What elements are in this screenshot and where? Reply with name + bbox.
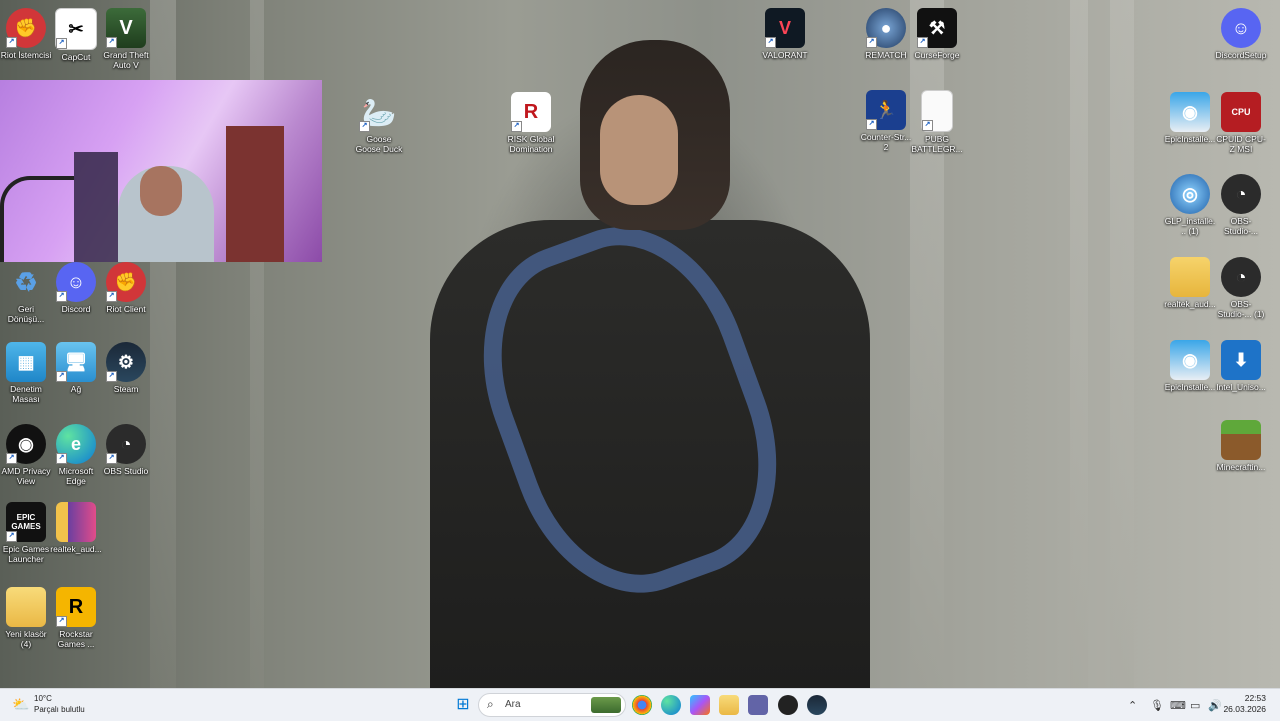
riot-istemcisi-shortcut[interactable]: ✊ ↗ Riot İstemcisi [0,6,52,60]
risk-icon: R ↗ [511,92,551,132]
recycle-bin-icon: ♻ [14,266,38,297]
valorant-shortcut[interactable]: V ↗ VALORANT [759,6,811,60]
capcut-icon: ✂ ↗ [55,8,97,50]
copilot-taskbar-icon[interactable] [690,695,710,715]
network-tray-icon[interactable]: ▭ [1190,699,1200,712]
discord-icon: ☺ ↗ [56,262,96,302]
volume-icon[interactable]: 🔊 [1208,699,1222,712]
epic-installer-1[interactable]: ◉ EpicInstalle... [1164,90,1216,144]
webcam-overlay [0,80,322,262]
clock[interactable]: 22:53 26.03.2026 [1223,693,1266,715]
counter-strike-icon: 🏃 ↗ [866,90,906,130]
obs-icon: ◔ [1221,174,1261,214]
obs-taskbar-icon[interactable] [778,695,798,715]
control-panel[interactable]: ▦ Denetim Masası [0,340,52,404]
control-panel-icon: ▦ [6,342,46,382]
chrome-taskbar-icon[interactable] [632,695,652,715]
file-explorer-taskbar-icon[interactable] [719,695,739,715]
image-file-icon [56,502,96,542]
minecraft-block-icon [1221,420,1261,460]
pubg-shortcut[interactable]: ↗ PUBG BATTLEGR... [911,88,963,154]
steam-icon: ⚙ ↗ [106,342,146,382]
keyboard-icon[interactable]: ⌨ [1170,699,1186,712]
riot-icon: ✊ ↗ [106,262,146,302]
obs-icon: ◔ [1221,257,1261,297]
steam-shortcut[interactable]: ⚙ ↗ Steam [100,340,152,394]
gta-shortcut[interactable]: V ↗ Grand Theft Auto V [100,6,152,70]
minecraft-installer[interactable]: Minecraftin... [1215,418,1267,472]
discord-shortcut[interactable]: ☺ ↗ Discord [50,260,102,314]
rockstar-icon: R ↗ [56,587,96,627]
curseforge-shortcut[interactable]: ⚒ ↗ CurseForge [911,6,963,60]
edge-taskbar-icon[interactable] [661,695,681,715]
chevron-up-icon[interactable]: ⌃ [1128,699,1137,712]
partly-cloudy-icon: ⛅ [12,696,30,712]
epic-installer-2[interactable]: ◉ EpicInstalle... [1164,338,1216,392]
windows-start-icon[interactable]: ⊞ [453,695,473,715]
riot-client-shortcut[interactable]: ✊ ↗ Riot Client [100,260,152,314]
recycle-bin[interactable]: ♻ Geri Dönüşü... [0,260,52,325]
realtek-audio-image[interactable]: realtek_aud... [50,500,102,554]
riot-icon: ✊ ↗ [6,8,46,48]
curseforge-icon: ⚒ ↗ [917,8,957,48]
installer-icon: ◉ [1170,92,1210,132]
search-highlight-icon [591,697,621,713]
cpuz-icon: CPU [1221,92,1261,132]
epic-games-icon: EPIC GAMES ↗ [6,502,46,542]
obs-studio-installer-2[interactable]: ◔ OBS-Studio-... (1) [1215,255,1267,319]
folder-icon [6,587,46,627]
risk-shortcut[interactable]: R ↗ RISK Global Domination [505,90,557,154]
taskbar: ⛅ 10°C Parçalı bulutlu ⊞ ⌕ Ara ⌃ 🎙 ⌨ ▭ 🔊… [0,688,1280,721]
microphone-icon[interactable]: 🎙 [1150,699,1164,712]
installer-disc-icon: ◎ [1170,174,1210,214]
counter-strike-shortcut[interactable]: 🏃 ↗ Counter-Str... 2 [860,88,912,152]
obs-studio-shortcut[interactable]: ◔ ↗ OBS Studio [100,422,152,476]
network[interactable]: 🖥 ↗ Ağ [50,340,102,394]
obs-icon: ◔ ↗ [106,424,146,464]
glp-installer[interactable]: ◎ GLP_installe... (1) [1164,172,1216,236]
obs-studio-installer-1[interactable]: ◔ OBS-Studio-... [1215,172,1267,236]
cpuid-shortcut[interactable]: CPU CPUID CPU-Z MSI [1215,90,1267,154]
teams-taskbar-icon[interactable] [748,695,768,715]
eye-icon: ◉ ↗ [6,424,46,464]
steam-taskbar-icon[interactable] [807,695,827,715]
network-icon: 🖥 ↗ [56,342,96,382]
download-icon: ⬇ [1221,340,1261,380]
goose-icon: 🦢 ↗ [359,92,399,132]
realtek-audio-zip-right[interactable]: realtek_aud... [1164,255,1216,309]
goose-goose-duck-shortcut[interactable]: 🦢 ↗ Goose Goose Duck [353,90,405,155]
rockstar-launcher[interactable]: R ↗ Rockstar Games ... [50,585,102,649]
installer-icon: ◉ [1170,340,1210,380]
search-icon: ⌕ [487,697,494,711]
gta-icon: V ↗ [106,8,146,48]
file-icon: ↗ [921,90,953,132]
amd-privacy-view[interactable]: ◉ ↗ AMD Privacy View [0,422,52,486]
edge-shortcut[interactable]: e ↗ Microsoft Edge [50,422,102,486]
zip-folder-icon [1170,257,1210,297]
epic-games-launcher[interactable]: EPIC GAMES ↗ Epic Games Launcher [0,500,52,564]
discord-setup-shortcut[interactable]: ☺ DiscordSetup [1215,6,1267,60]
discord-icon: ☺ [1221,8,1261,48]
rematch-shortcut[interactable]: ● ↗ REMATCH [860,6,912,60]
rematch-icon: ● ↗ [866,8,906,48]
new-folder[interactable]: Yeni klasör (4) [0,585,52,649]
capcut-shortcut[interactable]: ✂ ↗ CapCut [50,6,102,62]
edge-icon: e ↗ [56,424,96,464]
search-box[interactable]: ⌕ Ara [478,693,626,717]
intel-installer[interactable]: ⬇ Intel_Uniso... [1215,338,1267,392]
valorant-icon: V ↗ [765,8,805,48]
